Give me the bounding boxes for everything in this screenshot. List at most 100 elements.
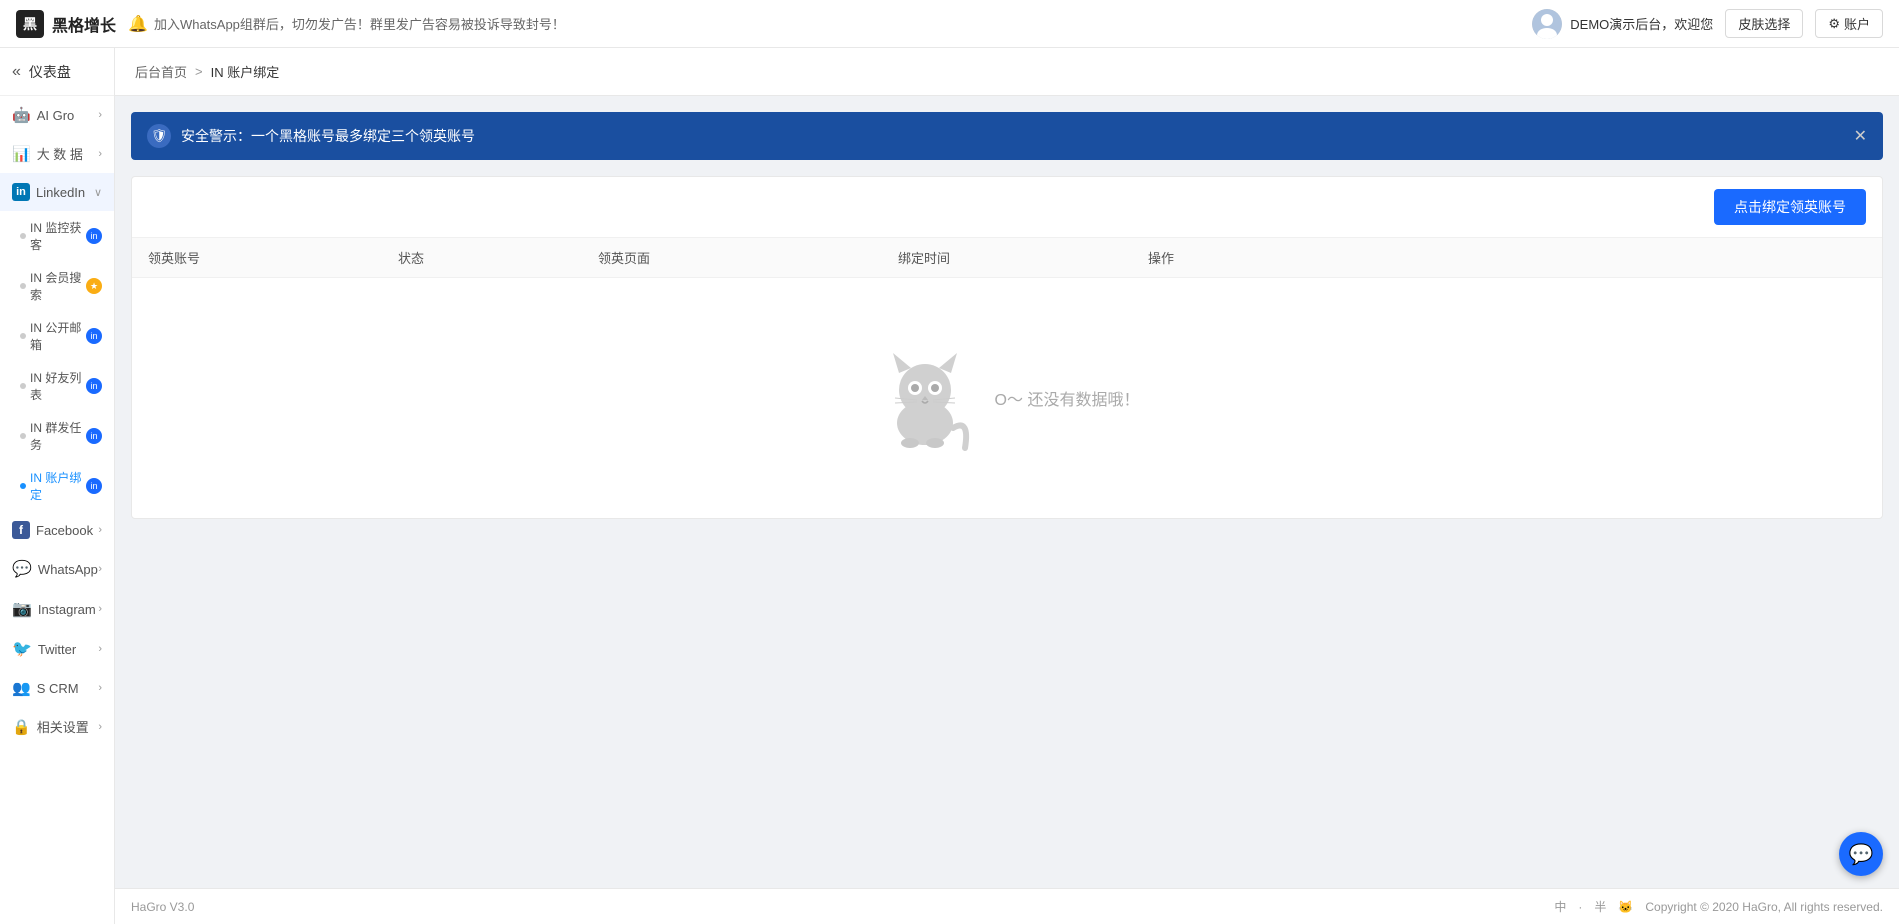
chevron-right-icon-8: › [98, 721, 102, 733]
account-label: 账户 [1844, 14, 1870, 33]
alert-banner: 🛡 安全警示：一个黑格账号最多绑定三个领英账号 ✕ [131, 112, 1883, 160]
big-data-icon: 📊 [12, 145, 31, 163]
sub-label-in-member: IN 会员搜索 [30, 269, 86, 303]
content-area: 后台首页 > IN 账户绑定 🛡 安全警示：一个黑格账号最多绑定三个领英账号 ✕… [115, 48, 1899, 924]
table-container: 点击绑定领英账号 领英账号 状态 领英页面 绑定时间 操作 [131, 176, 1883, 519]
chat-icon: 💬 [1849, 842, 1874, 867]
settings-icon: 🔒 [12, 718, 31, 736]
chevron-right-icon: › [98, 109, 102, 121]
sidebar-label-settings: 相关设置 [37, 717, 89, 736]
dot-icon-4 [20, 383, 26, 389]
dashboard-label: 仪表盘 [29, 62, 71, 82]
in-badge-5: in [86, 428, 102, 444]
sidebar: « 仪表盘 🤖 AI Gro › 📊 大 数 据 › in LinkedIn [0, 48, 115, 924]
shield-icon: 🛡 [147, 124, 171, 148]
bind-account-button[interactable]: 点击绑定领英账号 [1714, 189, 1866, 225]
linkedin-icon: in [12, 183, 30, 201]
notice-text: 加入WhatsApp组群后，切勿发广告！群里发广告容易被投诉导致封号！ [154, 14, 565, 33]
chevron-left-icon: « [12, 63, 21, 81]
sidebar-item-scrm[interactable]: 👥 S CRM › [0, 669, 114, 707]
chevron-down-icon: ∨ [94, 186, 102, 199]
sidebar-sub-in-monitor[interactable]: IN 监控获客 in [0, 211, 114, 261]
sidebar-sub-in-friends[interactable]: IN 好友列表 in [0, 361, 114, 411]
lang-half[interactable]: 半 [1594, 898, 1606, 915]
dot-icon [20, 233, 26, 239]
sub-label-in-task: IN 群发任务 [30, 419, 86, 453]
dot-icon-3 [20, 333, 26, 339]
header-right: DEMO演示后台，欢迎您 皮肤选择 ⚙ 账户 [1532, 9, 1883, 39]
alert-close-button[interactable]: ✕ [1854, 126, 1867, 146]
sidebar-sub-in-email[interactable]: IN 公开邮箱 in [0, 311, 114, 361]
version-text: HaGro V3.0 [131, 900, 194, 914]
sub-label-in-email: IN 公开邮箱 [30, 319, 86, 353]
top-header: 黑 黑格增长 🔔 加入WhatsApp组群后，切勿发广告！群里发广告容易被投诉导… [0, 0, 1899, 48]
copyright-text: Copyright © 2020 HaGro, All rights reser… [1645, 900, 1883, 914]
sidebar-item-linkedin[interactable]: in LinkedIn ∨ [0, 173, 114, 211]
chevron-right-icon-6: › [98, 643, 102, 655]
skin-button[interactable]: 皮肤选择 [1725, 9, 1803, 38]
sub-label-in-monitor: IN 监控获客 [30, 219, 86, 253]
facebook-icon: f [12, 521, 30, 539]
sidebar-sub-in-member[interactable]: IN 会员搜索 ★ [0, 261, 114, 311]
lang-zh[interactable]: 中 [1554, 898, 1566, 915]
table-empty: O～ 还没有数据哦！ [132, 278, 1882, 518]
breadcrumb-home[interactable]: 后台首页 [135, 62, 187, 81]
twitter-icon: 🐦 [12, 639, 32, 659]
whatsapp-icon: 💬 [12, 559, 32, 579]
content-inner: 🛡 安全警示：一个黑格账号最多绑定三个领英账号 ✕ 点击绑定领英账号 领英账号 … [115, 96, 1899, 888]
sidebar-item-settings[interactable]: 🔒 相关设置 › [0, 707, 114, 746]
sub-label-in-friends: IN 好友列表 [30, 369, 86, 403]
chevron-right-icon-2: › [98, 148, 102, 160]
chevron-right-icon-4: › [98, 563, 102, 575]
sidebar-sub-in-task[interactable]: IN 群发任务 in [0, 411, 114, 461]
col-status: 状态 [398, 248, 598, 267]
account-button[interactable]: ⚙ 账户 [1815, 9, 1883, 38]
in-badge-1: in [86, 228, 102, 244]
col-account: 领英账号 [148, 248, 398, 267]
sidebar-item-ai-gro[interactable]: 🤖 AI Gro › [0, 96, 114, 134]
header-left: 黑 黑格增长 🔔 加入WhatsApp组群后，切勿发广告！群里发广告容易被投诉导… [16, 10, 565, 38]
sidebar-label-linkedin: LinkedIn [36, 185, 85, 200]
chevron-right-icon-7: › [98, 682, 102, 694]
user-area: DEMO演示后台，欢迎您 [1532, 9, 1713, 39]
dot-icon-5 [20, 433, 26, 439]
sidebar-item-instagram[interactable]: 📷 Instagram › [0, 589, 114, 629]
chevron-right-icon-5: › [98, 603, 102, 615]
logo-icon: 黑 [16, 10, 44, 38]
alert-text: 安全警示：一个黑格账号最多绑定三个领英账号 [181, 126, 475, 146]
empty-cat-icon [875, 338, 975, 458]
scrm-icon: 👥 [12, 679, 31, 697]
sidebar-item-big-data[interactable]: 📊 大 数 据 › [0, 134, 114, 173]
in-badge-2: ★ [86, 278, 102, 294]
float-chat-button[interactable]: 💬 [1839, 832, 1883, 876]
chevron-right-icon-3: › [98, 524, 102, 536]
in-badge-3: in [86, 328, 102, 344]
account-icon: ⚙ [1828, 16, 1840, 32]
dot-icon-2 [20, 283, 26, 289]
sidebar-label-ai-gro: AI Gro [37, 108, 75, 123]
avatar [1532, 9, 1562, 39]
dot-icon-6 [20, 483, 26, 489]
table-toolbar: 点击绑定领英账号 [132, 177, 1882, 238]
breadcrumb: 后台首页 > IN 账户绑定 [115, 48, 1899, 96]
sidebar-header[interactable]: « 仪表盘 [0, 48, 114, 96]
sidebar-label-big-data: 大 数 据 [37, 144, 83, 163]
user-text: DEMO演示后台，欢迎您 [1570, 14, 1713, 33]
logo-area: 黑 黑格增长 [16, 10, 116, 38]
bottom-bar: HaGro V3.0 中 · 半 🐱 Copyright © 2020 HaGr… [115, 888, 1899, 924]
ai-gro-icon: 🤖 [12, 106, 31, 124]
sidebar-sub-in-account[interactable]: IN 账户绑定 in [0, 461, 114, 511]
sidebar-item-twitter[interactable]: 🐦 Twitter › [0, 629, 114, 669]
in-badge-4: in [86, 378, 102, 394]
sidebar-item-whatsapp[interactable]: 💬 WhatsApp › [0, 549, 114, 589]
col-bind-time: 绑定时间 [898, 248, 1148, 267]
col-page: 领英页面 [598, 248, 898, 267]
breadcrumb-separator: > [195, 64, 203, 79]
sidebar-item-facebook[interactable]: f Facebook › [0, 511, 114, 549]
sub-label-in-account: IN 账户绑定 [30, 469, 86, 503]
lang-icon: 🐱 [1618, 900, 1633, 914]
logo-text: 黑格增长 [52, 12, 116, 36]
sidebar-label-scrm: S CRM [37, 681, 79, 696]
main-layout: « 仪表盘 🤖 AI Gro › 📊 大 数 据 › in LinkedIn [0, 48, 1899, 924]
sidebar-label-instagram: Instagram [38, 602, 96, 617]
